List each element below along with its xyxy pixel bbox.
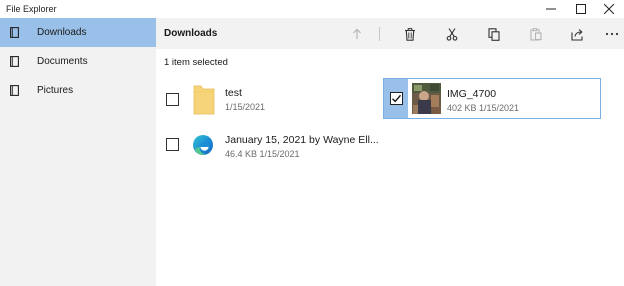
file-name: January 15, 2021 by Wayne Ell... <box>225 134 379 146</box>
sidebar: Downloads Documents Pictures <box>0 18 156 286</box>
toolbar: Downloads <box>156 18 624 49</box>
item-checkbox[interactable] <box>166 93 179 106</box>
share-icon <box>570 28 583 41</box>
up-button[interactable] <box>348 25 366 43</box>
file-name: test <box>225 87 242 99</box>
document-icon <box>10 27 19 38</box>
maximize-button[interactable] <box>566 0 596 18</box>
up-arrow-icon <box>353 28 361 39</box>
copy-icon <box>488 27 500 41</box>
item-checkbox[interactable] <box>166 138 179 151</box>
sidebar-item-label: Pictures <box>37 85 74 96</box>
sidebar-item-documents[interactable]: Documents <box>0 47 156 76</box>
paste-icon <box>530 27 542 41</box>
sidebar-item-label: Downloads <box>37 27 87 38</box>
cut-button[interactable] <box>443 25 461 43</box>
paste-button[interactable] <box>527 25 545 43</box>
file-meta: 402 KB 1/15/2021 <box>447 103 520 113</box>
share-button[interactable] <box>568 25 586 43</box>
delete-button[interactable] <box>401 25 419 43</box>
sidebar-item-downloads[interactable]: Downloads <box>0 18 156 47</box>
sidebar-item-pictures[interactable]: Pictures <box>0 76 156 105</box>
minimize-button[interactable] <box>536 0 566 18</box>
file-meta: 46.4 KB 1/15/2021 <box>225 149 300 159</box>
cut-icon <box>446 27 458 41</box>
app-title: File Explorer <box>6 4 57 14</box>
copy-button[interactable] <box>485 25 503 43</box>
file-meta: 1/15/2021 <box>225 102 266 112</box>
folder-title: Downloads <box>164 28 218 39</box>
edge-browser-icon <box>193 135 213 155</box>
sidebar-item-label: Documents <box>37 56 88 67</box>
toolbar-separator <box>379 27 380 41</box>
checkmark-icon <box>392 94 402 103</box>
delete-icon <box>405 27 415 41</box>
more-icon <box>605 32 619 36</box>
file-item-img-4700[interactable]: IMG_4700 402 KB 1/15/2021 <box>383 78 601 119</box>
file-item-webpage[interactable]: January 15, 2021 by Wayne Ell... 46.4 KB… <box>164 124 384 166</box>
document-icon <box>10 56 19 67</box>
document-icon <box>10 85 19 96</box>
title-bar: File Explorer <box>0 0 624 18</box>
minimize-icon <box>546 8 556 10</box>
close-button[interactable] <box>594 0 624 18</box>
file-explorer-window: File Explorer Downloads Documents Pictur… <box>0 0 624 286</box>
image-thumbnail <box>412 83 441 114</box>
file-name: IMG_4700 <box>447 88 497 100</box>
folder-icon <box>193 85 215 115</box>
maximize-icon <box>576 4 586 14</box>
selection-status: 1 item selected <box>164 57 228 68</box>
close-icon <box>604 4 614 14</box>
file-item-test[interactable]: test 1/15/2021 <box>164 80 364 122</box>
item-checkbox[interactable] <box>390 92 403 105</box>
more-button[interactable] <box>603 25 621 43</box>
